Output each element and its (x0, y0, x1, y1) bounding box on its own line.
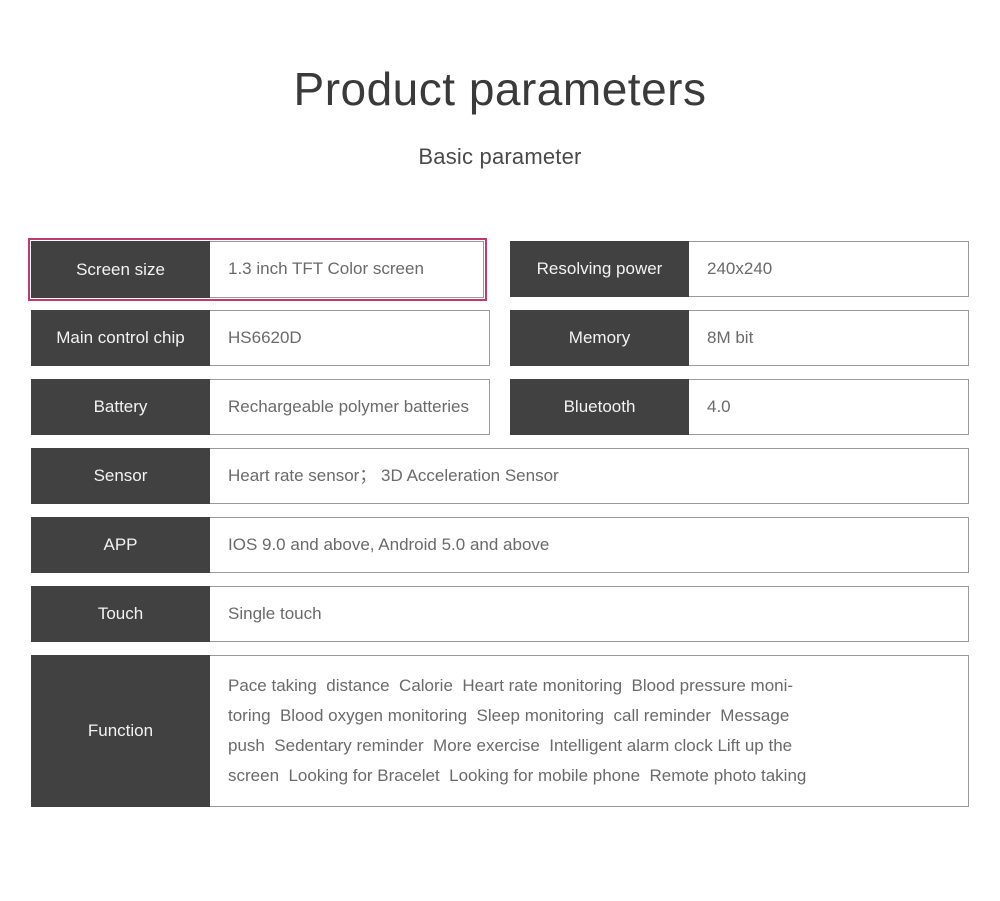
page-subtitle: Basic parameter (418, 144, 582, 170)
spec-label-memory: Memory (510, 310, 689, 366)
spec-value-app: IOS 9.0 and above, Android 5.0 and above (210, 517, 969, 573)
product-parameters-page: Product parameters Basic parameter Scree… (0, 0, 1000, 901)
spec-label-function: Function (31, 655, 210, 807)
spec-row-main-control-chip: Main control chip HS6620D (31, 310, 490, 366)
function-text-block: Pace taking distance Calorie Heart rate … (228, 671, 806, 791)
function-line-1: Pace taking distance Calorie Heart rate … (228, 676, 794, 695)
spec-label-app: APP (31, 517, 210, 573)
function-line-2: toring Blood oxygen monitoring Sleep mon… (228, 706, 790, 725)
spec-row-resolving-power: Resolving power 240x240 (510, 241, 969, 297)
spec-value-screen-size: 1.3 inch TFT Color screen (210, 241, 484, 298)
spec-value-memory: 8M bit (689, 310, 969, 366)
spec-label-main-control-chip: Main control chip (31, 310, 210, 366)
spec-row-bluetooth: Bluetooth 4.0 (510, 379, 969, 435)
spec-row-sensor: Sensor Heart rate sensor； 3D Acceleratio… (31, 448, 969, 504)
spec-label-screen-size: Screen size (31, 241, 210, 298)
spec-label-battery: Battery (31, 379, 210, 435)
spec-value-resolving-power: 240x240 (689, 241, 969, 297)
spec-label-touch: Touch (31, 586, 210, 642)
spec-row-function: Function Pace taking distance Calorie He… (31, 655, 969, 807)
spec-label-resolving-power: Resolving power (510, 241, 689, 297)
spec-value-function: Pace taking distance Calorie Heart rate … (210, 655, 969, 807)
spec-value-battery: Rechargeable polymer batteries (210, 379, 490, 435)
spec-label-bluetooth: Bluetooth (510, 379, 689, 435)
spec-row-screen-size: Screen size 1.3 inch TFT Color screen (28, 238, 487, 301)
spec-value-bluetooth: 4.0 (689, 379, 969, 435)
function-line-4: screen Looking for Bracelet Looking for … (228, 766, 807, 785)
spec-row-memory: Memory 8M bit (510, 310, 969, 366)
spec-label-sensor: Sensor (31, 448, 210, 504)
specification-grid: Screen size 1.3 inch TFT Color screen Re… (28, 238, 969, 820)
spec-row-app: APP IOS 9.0 and above, Android 5.0 and a… (31, 517, 969, 573)
page-header: Product parameters Basic parameter (0, 0, 1000, 170)
spec-row-touch: Touch Single touch (31, 586, 969, 642)
spec-value-touch: Single touch (210, 586, 969, 642)
function-line-3: push Sedentary reminder More exercise In… (228, 736, 793, 755)
spec-row-battery: Battery Rechargeable polymer batteries (31, 379, 490, 435)
spec-value-main-control-chip: HS6620D (210, 310, 490, 366)
page-title: Product parameters (293, 63, 707, 115)
spec-value-sensor: Heart rate sensor； 3D Acceleration Senso… (210, 448, 969, 504)
specification-table: Screen size 1.3 inch TFT Color screen Re… (28, 238, 969, 820)
